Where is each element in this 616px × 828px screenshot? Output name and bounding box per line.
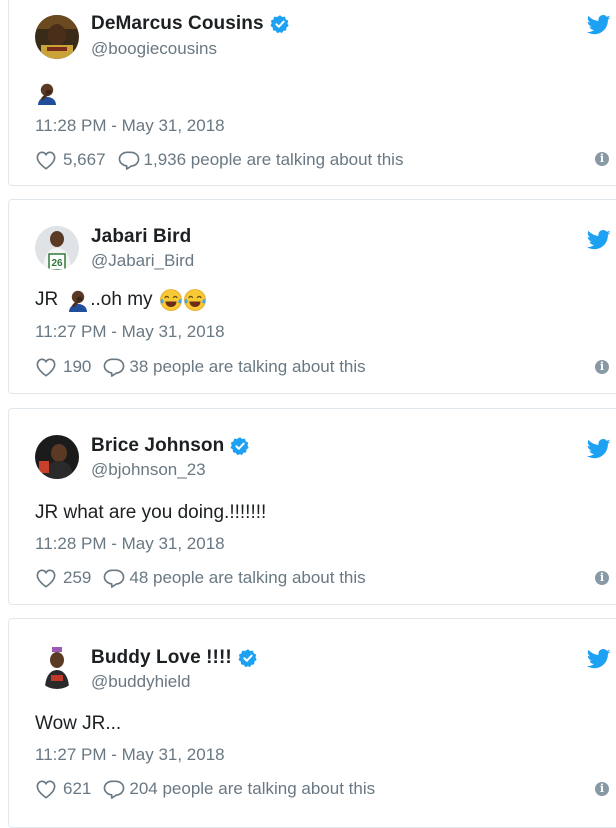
reply-bubble-icon[interactable] (118, 150, 140, 170)
info-icon[interactable]: i (595, 782, 609, 796)
tears-of-joy-emoji (159, 288, 183, 312)
author-name[interactable]: Jabari Bird (91, 226, 191, 248)
tears-of-joy-emoji (183, 288, 207, 312)
svg-text:26: 26 (51, 258, 63, 269)
verified-badge-icon (238, 648, 258, 668)
info-icon[interactable]: i (595, 152, 609, 166)
like-count: 5,667 (63, 150, 106, 169)
author-name[interactable]: Buddy Love !!!! (91, 647, 232, 669)
tweet-timestamp[interactable]: 11:28 PM - May 31, 2018 (35, 116, 225, 136)
like-count: 190 (63, 357, 92, 376)
talking-count[interactable]: 48 people are talking about this (129, 568, 365, 588)
reply-bubble-icon[interactable] (103, 357, 125, 377)
reply-bubble-icon[interactable] (103, 779, 125, 799)
tweet-text: Wow JR... (35, 713, 122, 734)
author-name[interactable]: DeMarcus Cousins (91, 13, 264, 35)
info-icon[interactable]: i (595, 571, 609, 585)
twitter-bird-icon[interactable] (587, 439, 611, 459)
author-row: DeMarcus Cousins (91, 13, 290, 35)
avatar-jabari[interactable]: 26 (35, 226, 79, 270)
twitter-bird-icon[interactable] (587, 230, 611, 250)
author-handle[interactable]: @buddyhield (91, 672, 191, 692)
tweet-text: JR what are you doing.!!!!!!! (35, 502, 267, 523)
tweet-actions: 621 204 people are talking about this (35, 779, 375, 799)
info-icon[interactable]: i (595, 360, 609, 374)
author-row: Buddy Love !!!! (91, 647, 258, 669)
author-name[interactable]: Brice Johnson (91, 435, 224, 457)
tweet-timestamp[interactable]: 11:27 PM - May 31, 2018 (35, 322, 225, 342)
talking-count[interactable]: 204 people are talking about this (129, 779, 375, 799)
tweet-card-demarcus[interactable]: DeMarcus Cousins @boogiecousins 11:28 PM… (8, 0, 616, 186)
tweet-card-brice[interactable]: Brice Johnson @bjohnson_23 JR what are y… (8, 408, 616, 605)
author-row: Jabari Bird (91, 226, 191, 248)
tweet-actions: 259 48 people are talking about this (35, 568, 366, 588)
talking-count[interactable]: 1,936 people are talking about this (144, 150, 404, 170)
verified-badge-icon (230, 436, 250, 456)
tweet-timestamp[interactable]: 11:27 PM - May 31, 2018 (35, 745, 225, 765)
like-count: 259 (63, 568, 92, 587)
facepalm-emoji (35, 81, 59, 105)
twitter-bird-icon[interactable] (587, 649, 611, 669)
verified-badge-icon (270, 14, 290, 34)
avatar-brice[interactable] (35, 435, 79, 479)
facepalm-emoji (66, 288, 90, 312)
reply-bubble-icon[interactable] (103, 568, 125, 588)
author-handle[interactable]: @bjohnson_23 (91, 460, 206, 480)
tweet-text (35, 81, 59, 105)
heart-icon[interactable] (35, 779, 57, 799)
heart-icon[interactable] (35, 568, 57, 588)
tweet-text: JR ..oh my (35, 288, 207, 312)
tweet-text-prefix: JR (35, 289, 59, 310)
like-count: 621 (63, 779, 92, 798)
heart-icon[interactable] (35, 357, 57, 377)
author-row: Brice Johnson (91, 435, 250, 457)
avatar-buddy[interactable] (35, 645, 79, 689)
tweet-actions: 5,667 1,936 people are talking about thi… (35, 150, 403, 170)
tweet-card-jabari[interactable]: 26 Jabari Bird @Jabari_Bird JR ..oh my 1… (8, 199, 616, 394)
author-handle[interactable]: @Jabari_Bird (91, 251, 194, 271)
talking-count[interactable]: 38 people are talking about this (129, 357, 365, 377)
tweet-text-suffix: ..oh my (90, 289, 153, 310)
tweet-actions: 190 38 people are talking about this (35, 357, 366, 377)
heart-icon[interactable] (35, 150, 57, 170)
avatar-demarcus[interactable] (35, 15, 79, 59)
tweet-timestamp[interactable]: 11:28 PM - May 31, 2018 (35, 534, 225, 554)
author-handle[interactable]: @boogiecousins (91, 39, 217, 59)
tweet-card-buddy[interactable]: Buddy Love !!!! @buddyhield Wow JR... 11… (8, 618, 616, 828)
twitter-bird-icon[interactable] (587, 15, 611, 35)
